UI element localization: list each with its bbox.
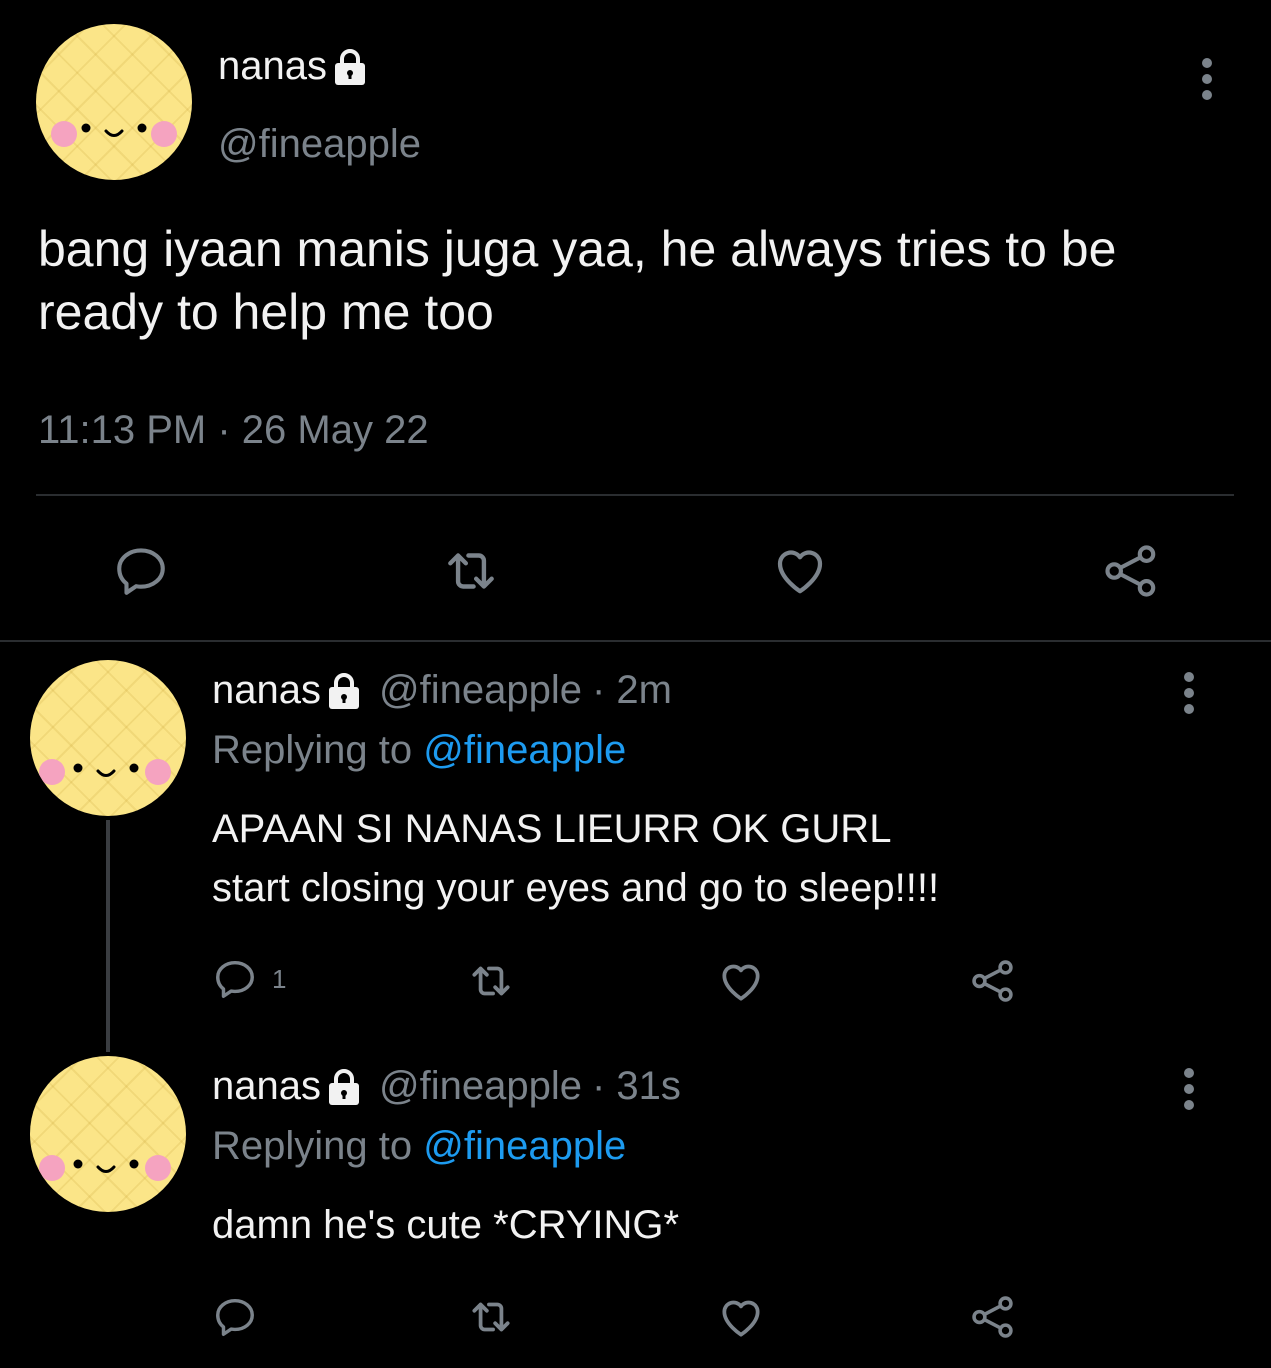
reply-text: APAAN SI NANAS LIEURR OK GURL start clos…: [212, 807, 940, 910]
pineapple-face-icon: [51, 121, 177, 147]
like-icon[interactable]: [770, 540, 830, 600]
replying-to-label: Replying to: [212, 1124, 413, 1168]
replying-to-link[interactable]: @fineapple: [423, 1124, 626, 1168]
reply-author-name[interactable]: nanas: [212, 668, 321, 713]
retweet-icon[interactable]: [440, 540, 502, 602]
more-options-icon[interactable]: [1200, 58, 1214, 106]
author-row: nanas: [218, 44, 373, 89]
replying-to: Replying to @fineapple: [212, 728, 626, 773]
share-icon[interactable]: [968, 1292, 1018, 1342]
avatar[interactable]: [30, 1056, 186, 1212]
more-options-icon[interactable]: [1182, 1068, 1196, 1116]
replying-to-label: Replying to: [212, 728, 413, 772]
pineapple-face-icon: [39, 759, 171, 785]
reply-time[interactable]: · 31s: [592, 1064, 681, 1109]
reply-author-handle[interactable]: @fineapple: [379, 668, 582, 713]
reply-icon[interactable]: [212, 956, 258, 1002]
like-icon[interactable]: [716, 1292, 766, 1342]
tweet-timestamp[interactable]: 11:13 PM · 26 May 22: [38, 408, 429, 453]
divider: [0, 640, 1271, 642]
reply-author-row: nanas @fineapple · 31s: [212, 1064, 681, 1109]
thread-line: [106, 820, 110, 1052]
retweet-icon[interactable]: [466, 956, 516, 1006]
reply-text: damn he's cute *CRYING*: [212, 1203, 680, 1247]
tweet-thread: nanas @fineapple bang iyaan manis juga y…: [0, 0, 1271, 1368]
author-handle[interactable]: @fineapple: [218, 122, 421, 167]
author-name[interactable]: nanas: [218, 44, 327, 89]
divider: [36, 494, 1234, 496]
share-icon[interactable]: [968, 956, 1018, 1006]
reply-author-handle[interactable]: @fineapple: [379, 1064, 582, 1109]
share-icon[interactable]: [1100, 540, 1162, 602]
pineapple-face-icon: [39, 1155, 171, 1181]
replying-to-link[interactable]: @fineapple: [423, 728, 626, 772]
avatar[interactable]: [36, 24, 192, 180]
reply-count: 1: [272, 964, 287, 994]
avatar[interactable]: [30, 660, 186, 816]
reply-icon[interactable]: [112, 542, 170, 600]
reply-author-name[interactable]: nanas: [212, 1064, 321, 1109]
like-icon[interactable]: [716, 956, 766, 1006]
more-options-icon[interactable]: [1182, 672, 1196, 720]
tweet-text: bang iyaan manis juga yaa, he always tri…: [38, 221, 1117, 340]
lock-icon: [334, 48, 365, 85]
reply-icon[interactable]: [212, 1294, 258, 1340]
lock-icon: [328, 672, 359, 709]
replying-to: Replying to @fineapple: [212, 1124, 626, 1169]
lock-icon: [328, 1068, 359, 1105]
reply-author-row: nanas @fineapple · 2m: [212, 668, 672, 713]
retweet-icon[interactable]: [466, 1292, 516, 1342]
reply-time[interactable]: · 2m: [592, 668, 672, 713]
